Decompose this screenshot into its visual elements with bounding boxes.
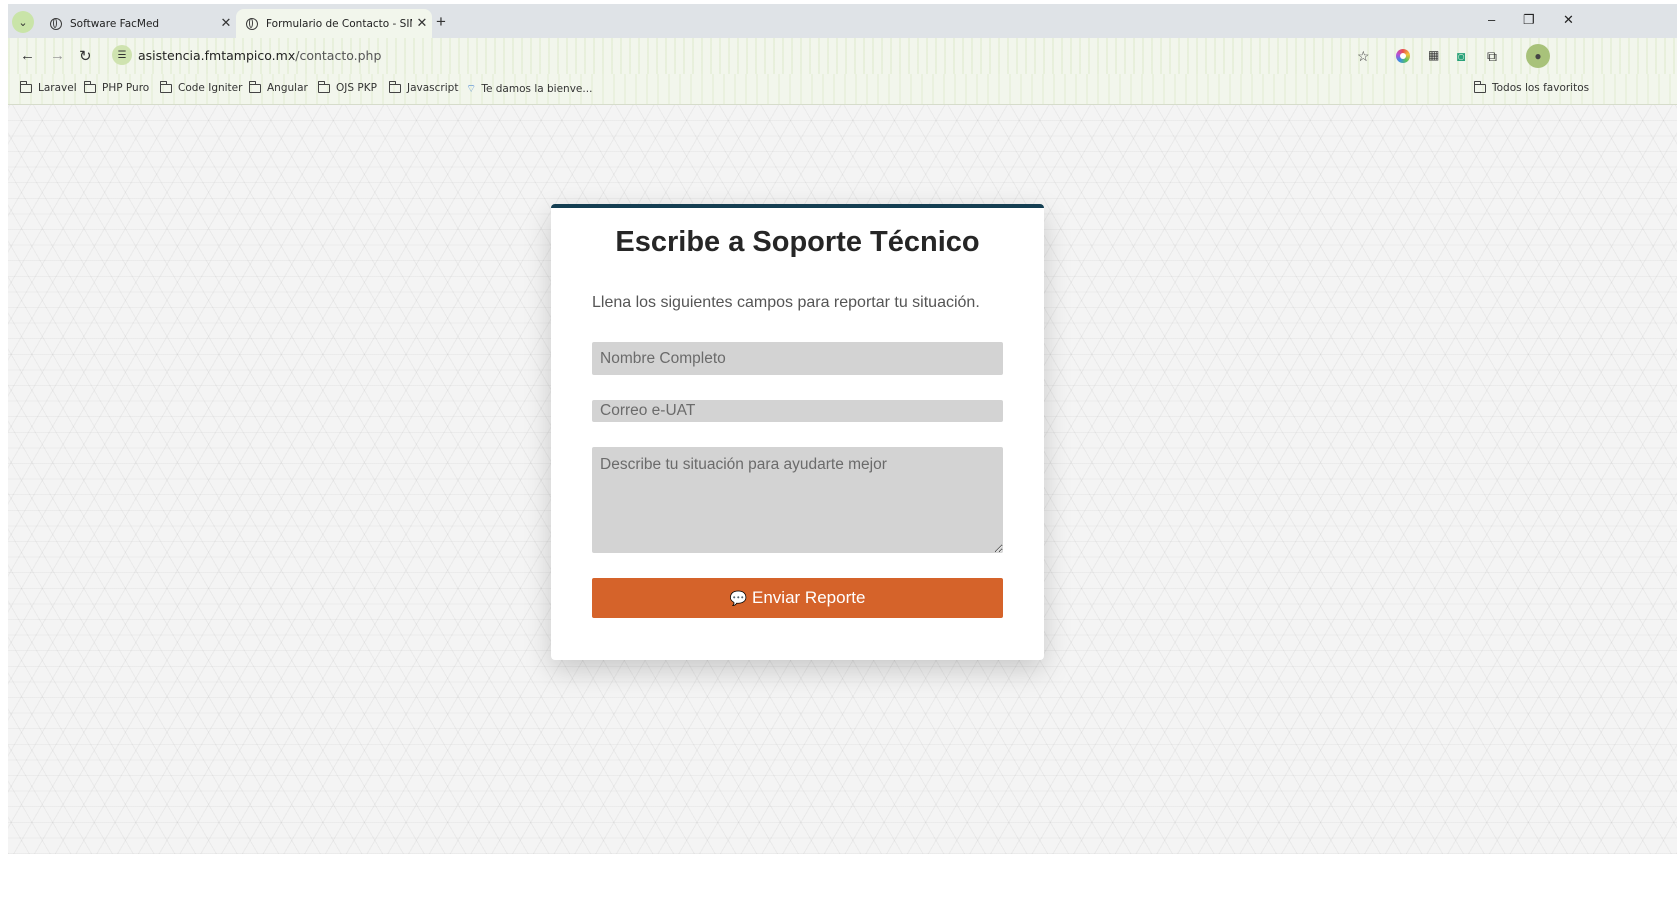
- bookmark-label: Te damos la bienve...: [481, 83, 593, 95]
- bookmark-label: OJS PKP: [336, 82, 377, 94]
- globe-icon: [50, 17, 62, 30]
- folder-icon: [1474, 80, 1486, 93]
- submit-label: Enviar Reporte: [752, 588, 866, 607]
- form-title: Escribe a Soporte Técnico: [615, 226, 980, 258]
- close-icon[interactable]: ✕: [216, 16, 236, 31]
- folder-icon: [249, 80, 261, 93]
- url-domain: asistencia.fmtampico.mx: [138, 48, 296, 63]
- forward-icon[interactable]: →: [50, 47, 65, 64]
- color-extension-icon[interactable]: [1396, 49, 1410, 63]
- bookmark-code-igniter[interactable]: Code Igniter: [160, 80, 243, 94]
- description-textarea[interactable]: [592, 447, 1003, 553]
- close-icon[interactable]: ✕: [412, 16, 432, 31]
- window-close-icon[interactable]: ✕: [1563, 12, 1574, 28]
- bookmark-label: Javascript: [407, 82, 459, 94]
- star-icon[interactable]: ☆: [1357, 48, 1370, 65]
- wifi-icon: ⌔: [466, 82, 477, 95]
- bookmark-label: Laravel: [38, 82, 77, 94]
- bookmark-javascript[interactable]: Javascript: [389, 80, 459, 94]
- extension-icon[interactable]: ◙: [1457, 48, 1465, 64]
- bookmarks-bar: Laravel PHP Puro Code Igniter Angular OJ…: [8, 74, 1677, 105]
- bookmark-todos-favoritos[interactable]: Todos los favoritos: [1474, 80, 1590, 94]
- address-bar[interactable]: asistencia.fmtampico.mx/contacto.php: [138, 48, 381, 63]
- tab-software-facmed[interactable]: Software FacMed ✕: [40, 9, 236, 38]
- chat-icon: 💬: [729, 589, 748, 606]
- tab-strip: ⌄ Software FacMed ✕ Formulario de Contac…: [8, 4, 1677, 38]
- browser-window: ⌄ Software FacMed ✕ Formulario de Contac…: [8, 4, 1677, 854]
- email-input[interactable]: [592, 400, 1003, 422]
- folder-icon: [318, 80, 330, 93]
- site-info-icon[interactable]: ☰: [112, 45, 132, 65]
- tab-title: Software FacMed: [70, 17, 160, 30]
- submit-report-button[interactable]: 💬 Enviar Reporte: [592, 578, 1003, 618]
- bookmark-te-damos[interactable]: ⌔ Te damos la bienve...: [466, 82, 592, 96]
- page-content: Escribe a Soporte Técnico Llena los sigu…: [8, 105, 1677, 854]
- globe-icon: [246, 17, 258, 30]
- bookmark-label: Todos los favoritos: [1492, 82, 1590, 94]
- url-path: /contacto.php: [295, 48, 382, 63]
- bookmark-php-puro[interactable]: PHP Puro: [84, 80, 150, 94]
- bookmark-label: Angular: [267, 82, 308, 94]
- new-tab-icon[interactable]: +: [436, 12, 446, 32]
- contact-form-card: Escribe a Soporte Técnico Llena los sigu…: [551, 204, 1044, 660]
- folder-icon: [389, 80, 401, 93]
- tab-title: Formulario de Contacto - SIMP: [266, 17, 412, 30]
- folder-icon: [160, 80, 172, 93]
- avatar[interactable]: ●: [1526, 44, 1550, 68]
- bookmark-laravel[interactable]: Laravel: [20, 80, 77, 94]
- tab-search-icon[interactable]: ⌄: [12, 11, 34, 33]
- bookmark-angular[interactable]: Angular: [249, 80, 308, 94]
- reload-icon[interactable]: ↻: [79, 47, 92, 65]
- extension-icon[interactable]: ▦: [1428, 48, 1439, 62]
- extensions-puzzle-icon[interactable]: ⧉: [1487, 48, 1497, 65]
- minimize-icon[interactable]: –: [1488, 12, 1495, 27]
- bookmark-ojs-pkp[interactable]: OJS PKP: [318, 80, 377, 94]
- toolbar: ← → ↻ ☰ asistencia.fmtampico.mx/contacto…: [8, 38, 1677, 74]
- back-icon[interactable]: ←: [20, 47, 35, 64]
- restore-icon[interactable]: ❐: [1523, 12, 1535, 28]
- form-intro: Llena los siguientes campos para reporta…: [592, 294, 980, 311]
- name-input[interactable]: [592, 342, 1003, 375]
- bookmark-label: PHP Puro: [102, 82, 150, 94]
- tab-formulario-contacto[interactable]: Formulario de Contacto - SIMP ✕: [236, 9, 432, 38]
- folder-icon: [20, 80, 32, 93]
- folder-icon: [84, 80, 96, 93]
- bookmark-label: Code Igniter: [178, 82, 243, 94]
